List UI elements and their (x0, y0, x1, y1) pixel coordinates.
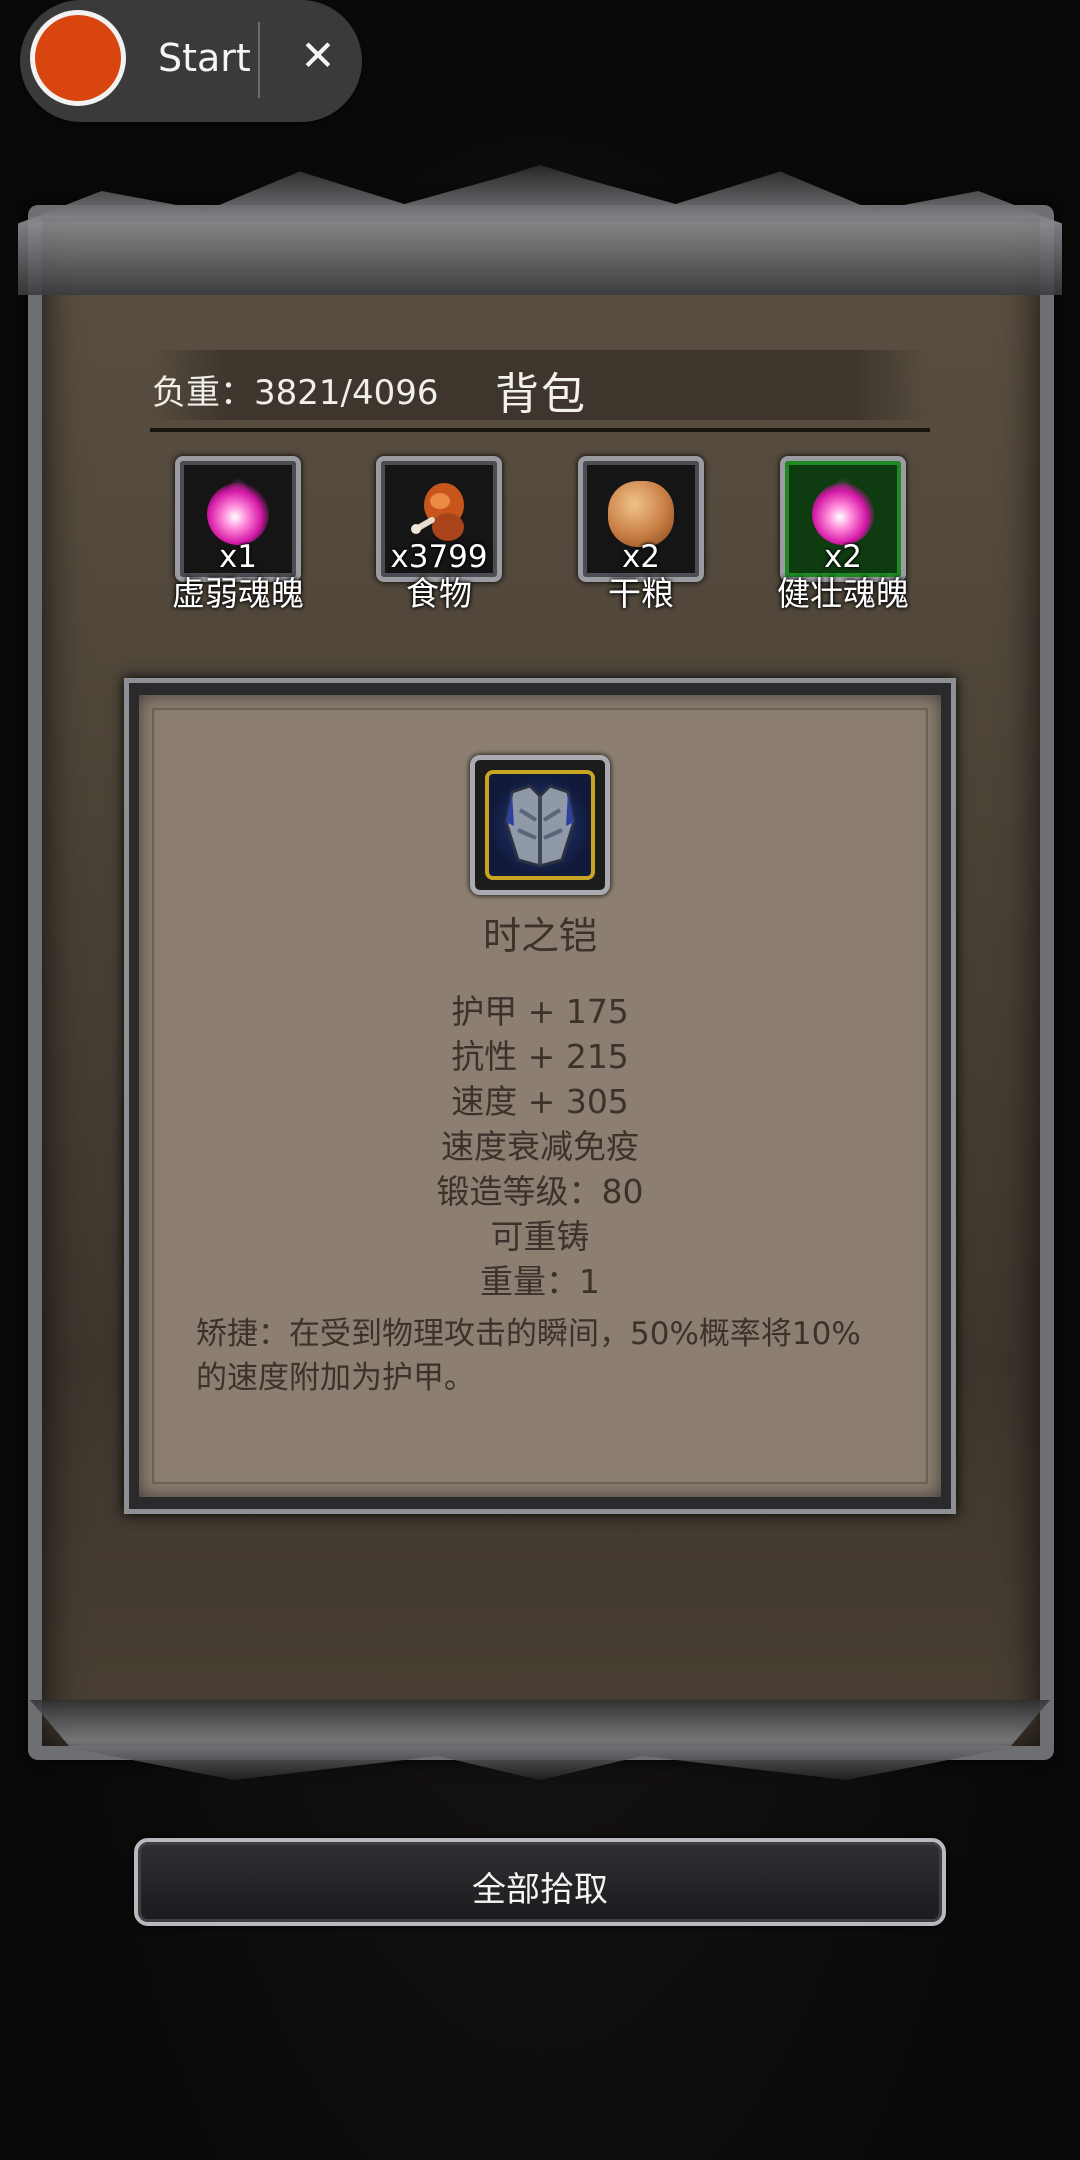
item-stat: 速度 + 305 (451, 1082, 629, 1121)
item-name-label: 虚弱魂魄 (172, 574, 304, 613)
page-title: 背包 (495, 369, 587, 420)
ornate-frame-top (18, 165, 1062, 295)
item-name-label: 食物 (406, 574, 472, 613)
item-name-label: 干粮 (608, 574, 674, 613)
strong-soul-icon (812, 483, 874, 546)
inventory-slot-weak-soul[interactable]: x1 (175, 456, 301, 582)
weak-soul-icon (207, 483, 269, 546)
pick-all-label: 全部拾取 (472, 1870, 608, 1910)
header-divider (150, 428, 930, 432)
inventory-slot-food[interactable]: x3799 (376, 456, 502, 582)
item-stat: 抗性 + 215 (451, 1037, 629, 1076)
item-title: 时之铠 (482, 914, 597, 958)
armor-icon (504, 784, 576, 868)
item-stat: 速度衰减免疫 (441, 1127, 639, 1166)
item-description: 矫捷：在受到物理攻击的瞬间，50%概率将10%的速度附加为护甲。 (196, 1316, 861, 1396)
carry-weight: 负重：3821/4096 (152, 373, 439, 413)
ornate-frame-bottom (30, 1700, 1050, 1780)
record-button[interactable] (30, 10, 126, 106)
item-stat: 护甲 + 175 (451, 992, 629, 1031)
inventory-slot-dry-rations[interactable]: x2 (578, 456, 704, 582)
item-name-label: 健壮魂魄 (777, 574, 909, 613)
item-stat: 锻造等级：80 (436, 1172, 644, 1211)
close-icon[interactable]: ✕ (288, 26, 348, 86)
game-screen: Start ✕ 负重：3821/4096 背包 x1 虚弱魂魄 x3799 食物… (0, 0, 1080, 2160)
item-detail-icon (470, 755, 610, 895)
pick-all-button[interactable]: 全部拾取 (134, 1838, 946, 1926)
item-stat: 重量：1 (480, 1262, 600, 1301)
bread-icon (608, 481, 674, 548)
inventory-slot-strong-soul[interactable]: x2 (780, 456, 906, 582)
item-stat: 可重铸 (490, 1217, 590, 1256)
screen-recorder-pill: Start ✕ (20, 0, 362, 122)
record-start-label[interactable]: Start (158, 36, 251, 80)
recorder-divider (258, 22, 260, 98)
